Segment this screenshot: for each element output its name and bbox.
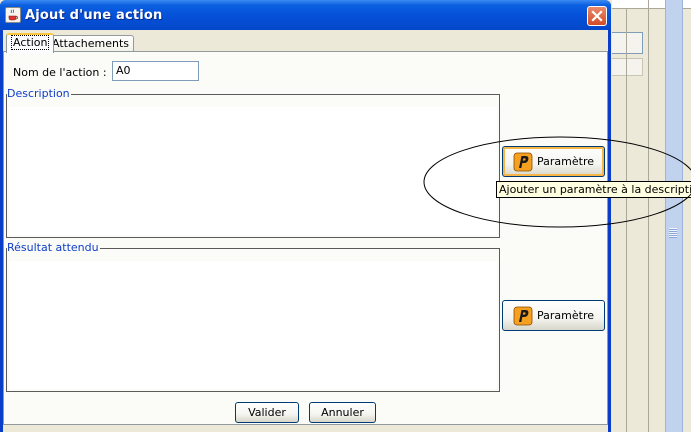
dialog-title: Ajout d'une action	[25, 8, 163, 23]
description-group: Description	[6, 88, 500, 238]
dialog-content: Action Attachements Nom de l'action : A0…	[3, 30, 608, 432]
param-tooltip: Ajouter un paramètre à la description	[496, 181, 691, 198]
validate-button[interactable]: Valider	[235, 402, 299, 423]
p-letter-icon	[513, 152, 533, 171]
background-divider	[648, 0, 649, 432]
validate-button-label: Valider	[248, 406, 286, 419]
p-letter-icon	[513, 306, 533, 325]
background-divider	[626, 8, 627, 432]
dialog-titlebar[interactable]: Ajout d'une action	[0, 0, 611, 30]
background-field	[612, 58, 643, 76]
description-group-title: Description	[7, 87, 71, 100]
background-scrollbar[interactable]	[665, 0, 683, 432]
java-cup-icon	[5, 7, 21, 23]
close-icon	[591, 10, 603, 22]
tab-action-label: Action	[11, 35, 50, 50]
cancel-button-label: Annuler	[321, 406, 364, 419]
expected-result-param-button-label: Paramètre	[537, 309, 594, 322]
expected-result-group-title: Résultat attendu	[7, 241, 100, 254]
expected-result-group: Résultat attendu	[6, 242, 500, 392]
description-textarea[interactable]	[9, 107, 497, 235]
description-param-button[interactable]: Paramètre	[502, 146, 605, 177]
tab-panel-action: Nom de l'action : A0 Description Résulta…	[3, 51, 608, 425]
scrollbar-grip[interactable]	[669, 228, 677, 238]
add-action-dialog: Ajout d'une action Action Attachements N…	[0, 0, 611, 432]
cancel-button[interactable]: Annuler	[309, 402, 376, 423]
expected-result-textarea[interactable]	[9, 261, 497, 389]
description-param-button-label: Paramètre	[537, 155, 594, 168]
tab-action[interactable]: Action	[6, 33, 55, 53]
close-button[interactable]	[587, 6, 607, 26]
tab-attachements-label: Attachements	[52, 37, 129, 50]
action-name-label: Nom de l'action :	[13, 66, 107, 79]
expected-result-param-button[interactable]: Paramètre	[502, 300, 605, 331]
action-name-input[interactable]: A0	[112, 61, 199, 81]
background-field	[612, 32, 643, 54]
